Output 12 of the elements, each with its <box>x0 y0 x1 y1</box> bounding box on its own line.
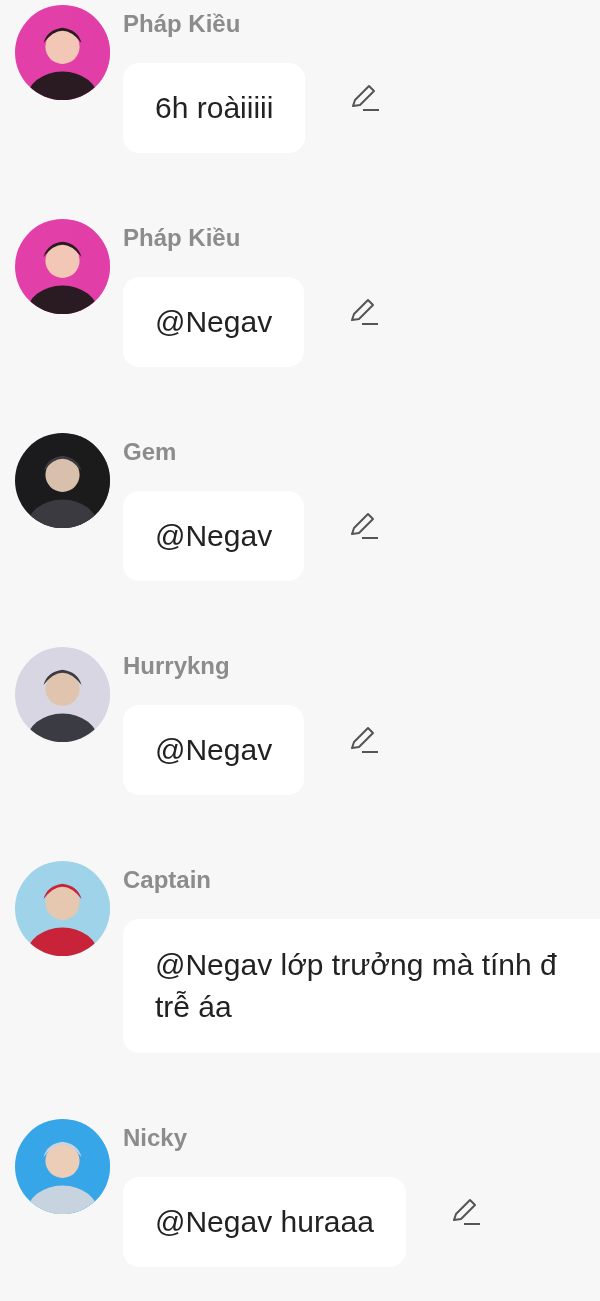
sender-name: Hurrykng <box>123 651 231 681</box>
sender-name: Pháp Kiều <box>123 223 242 253</box>
message-text: @Negav <box>155 518 273 554</box>
message-text: @Negav lớp trưởng mà tính đ trễ áa <box>155 947 557 1025</box>
sender-name: Captain <box>123 865 212 895</box>
sender-name: Pháp Kiều <box>123 9 242 39</box>
message-text: 6h roàiiiii <box>155 90 274 126</box>
sender-name: Nicky <box>123 1123 189 1153</box>
message-text: @Negav huraaa <box>155 1204 374 1240</box>
message-text: @Negav <box>155 732 273 768</box>
message-text: @Negav <box>155 304 273 340</box>
sender-name: Gem <box>123 437 178 467</box>
